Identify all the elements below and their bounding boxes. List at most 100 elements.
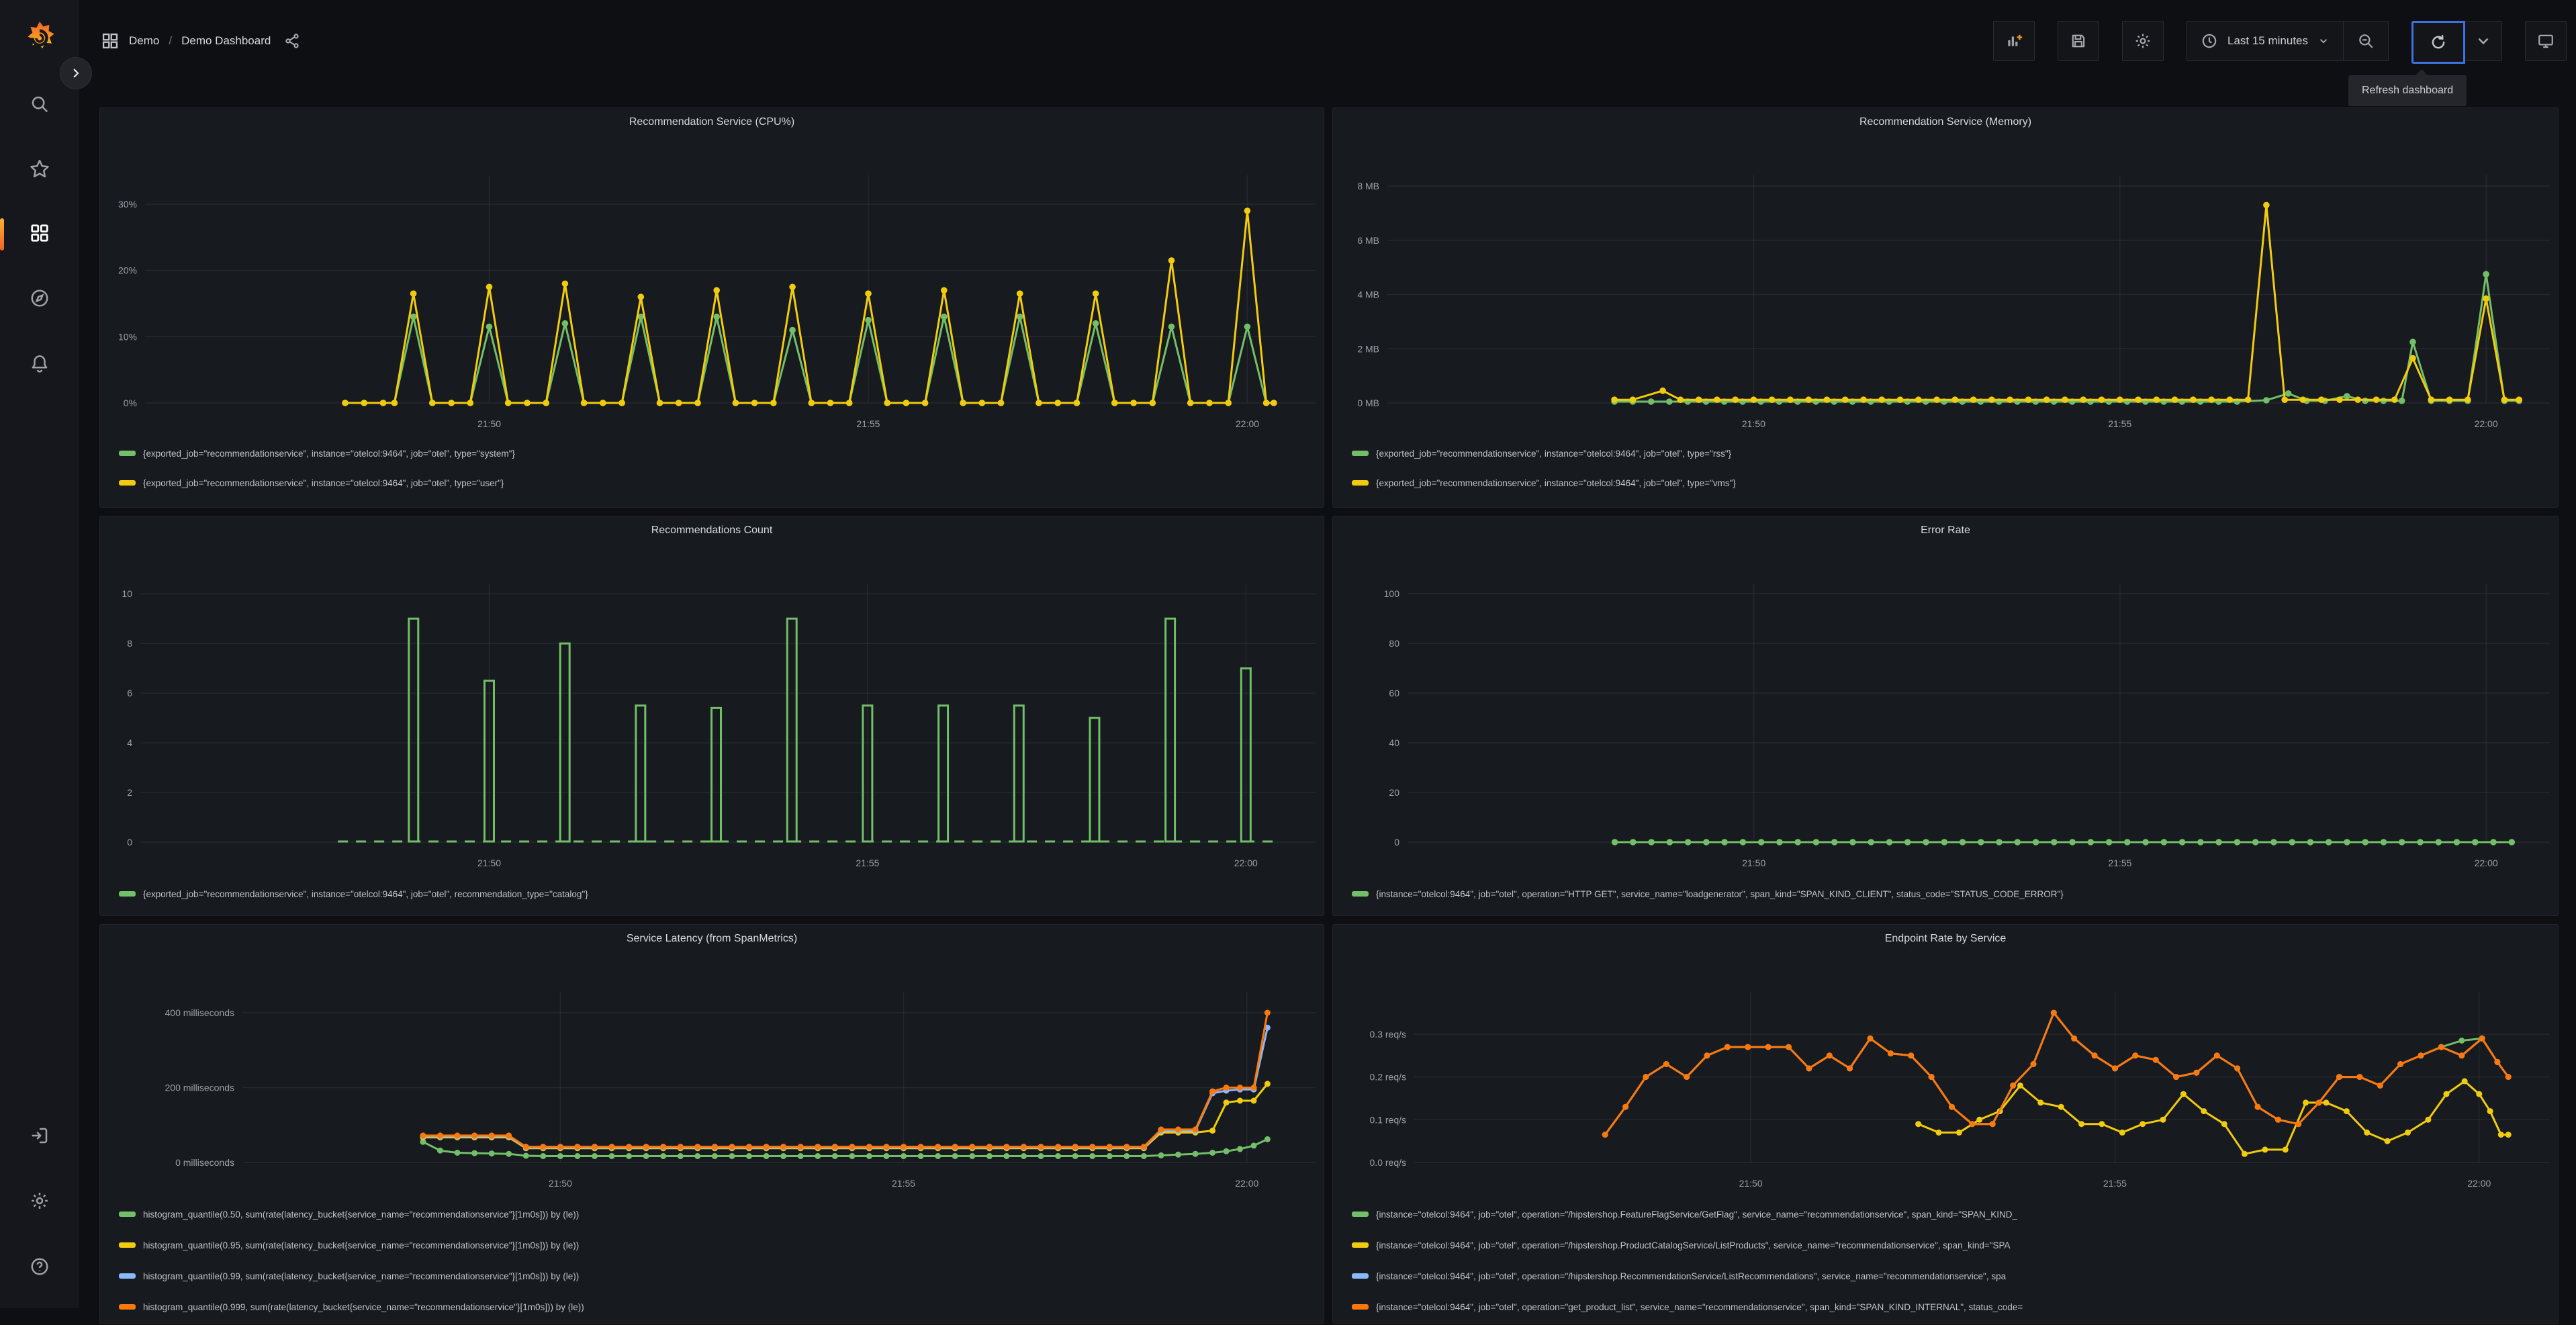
svg-text:21:50: 21:50 — [1739, 1178, 1763, 1189]
sidebar-item-search[interactable] — [0, 84, 79, 127]
svg-text:22:00: 22:00 — [2475, 418, 2498, 429]
panel-service-latency: Service Latency (from SpanMetrics) 0 mill… — [99, 924, 1324, 1324]
legend-item[interactable]: histogram_quantile(0.99, sum(rate(latenc… — [119, 1261, 1313, 1291]
legend-label: {instance="otelcol:9464", job="otel", op… — [1376, 1240, 2011, 1250]
dashboard-settings-button[interactable] — [2121, 21, 2164, 61]
legend-label: {exported_job="recommendationservice", i… — [1376, 448, 1732, 459]
svg-text:10%: 10% — [118, 331, 137, 342]
sidebar-item-explore[interactable] — [0, 278, 79, 321]
panel-title[interactable]: Error Rate — [1333, 524, 2558, 537]
svg-text:21:55: 21:55 — [2108, 858, 2131, 868]
dashboards-grid-icon — [30, 223, 50, 246]
svg-text:0.1 req/s: 0.1 req/s — [1370, 1114, 1406, 1125]
legend-item[interactable]: histogram_quantile(0.999, sum(rate(laten… — [119, 1291, 1313, 1322]
panel-title[interactable]: Recommendation Service (CPU%) — [100, 116, 1324, 128]
legend-label: histogram_quantile(0.999, sum(rate(laten… — [143, 1301, 584, 1312]
legend-label: histogram_quantile(0.99, sum(rate(latenc… — [143, 1271, 580, 1281]
legend-label: histogram_quantile(0.50, sum(rate(latenc… — [143, 1209, 580, 1220]
legend-item[interactable]: histogram_quantile(0.95, sum(rate(latenc… — [119, 1230, 1313, 1261]
zoom-out-icon — [2357, 32, 2375, 50]
refresh-dashboard-button[interactable] — [2411, 21, 2465, 64]
svg-text:21:55: 21:55 — [892, 1178, 915, 1189]
svg-text:22:00: 22:00 — [2475, 858, 2498, 868]
time-range-picker[interactable]: Last 15 minutes — [2186, 21, 2343, 61]
svg-text:10: 10 — [122, 588, 132, 599]
svg-text:21:50: 21:50 — [1742, 858, 1765, 868]
svg-text:30%: 30% — [118, 199, 137, 210]
svg-text:6 MB: 6 MB — [1357, 235, 1379, 246]
add-panel-button[interactable] — [1992, 21, 2035, 61]
clock-icon — [2201, 32, 2218, 50]
panel-title[interactable]: Endpoint Rate by Service — [1333, 933, 2558, 945]
zoom-out-time-button[interactable] — [2343, 21, 2389, 61]
legend-item[interactable]: {exported_job="recommendationservice", i… — [119, 468, 1313, 498]
sidebar-item-alerting[interactable] — [0, 343, 79, 386]
breadcrumb-dashboard-title[interactable]: Demo Dashboard — [181, 34, 271, 48]
svg-text:21:50: 21:50 — [549, 1178, 572, 1189]
svg-text:21:50: 21:50 — [1742, 418, 1765, 429]
legend-item[interactable]: {exported_job="recommendationservice", i… — [1352, 439, 2547, 468]
svg-text:21:55: 21:55 — [856, 858, 879, 868]
refresh-interval-caret-button[interactable] — [2465, 21, 2502, 61]
legend-item[interactable]: {instance="otelcol:9464", job="otel", op… — [1352, 1291, 2547, 1322]
legend-item[interactable]: {instance="otelcol:9464", job="otel", op… — [1352, 1230, 2547, 1261]
sidebar-item-dashboards[interactable] — [0, 213, 79, 256]
panel-legend: {exported_job="recommendationservice", i… — [1352, 439, 2547, 498]
sidebar-item-starred[interactable] — [0, 148, 79, 191]
sidebar-item-help[interactable] — [0, 1246, 79, 1289]
legend-item[interactable]: {instance="otelcol:9464", job="otel", op… — [1352, 1199, 2547, 1230]
sidebar-item-configuration[interactable] — [0, 1181, 79, 1224]
legend-label: {instance="otelcol:9464", job="otel", op… — [1376, 1301, 2023, 1312]
save-dashboard-button[interactable] — [2057, 21, 2099, 61]
panel-recommendations-count: Recommendations Count 0 2 4 6 8 10 21:50 21:55 22… — [99, 516, 1324, 916]
legend-label: {instance="otelcol:9464", job="otel", op… — [1376, 888, 2064, 899]
legend-color-chip — [1352, 1242, 1369, 1248]
breadcrumb-separator: / — [169, 34, 173, 47]
bell-icon — [30, 353, 50, 377]
svg-text:0 MB: 0 MB — [1357, 398, 1379, 408]
panel-legend: {instance="otelcol:9464", job="otel", op… — [1352, 879, 2547, 909]
panel-legend: {exported_job="recommendationservice", i… — [119, 439, 1313, 498]
help-icon — [30, 1257, 50, 1280]
dashboard-grid-icon[interactable] — [101, 32, 120, 50]
panel-title[interactable]: Recommendations Count — [100, 524, 1324, 537]
panel-title[interactable]: Service Latency (from SpanMetrics) — [100, 933, 1324, 945]
sidebar-item-sign-in[interactable] — [0, 1115, 79, 1158]
legend-item[interactable]: {exported_job="recommendationservice", i… — [1352, 468, 2547, 498]
panel-title[interactable]: Recommendation Service (Memory) — [1333, 116, 2558, 128]
legend-color-chip — [1352, 451, 1369, 456]
svg-text:22:00: 22:00 — [2467, 1178, 2491, 1189]
legend-item[interactable]: {exported_job="recommendationservice", i… — [119, 439, 1313, 468]
chart-error-rate: 0 20 40 60 80 100 21:50 21:55 22:00 — [1384, 584, 2550, 868]
svg-text:2: 2 — [127, 787, 132, 798]
chevron-down-icon — [2475, 32, 2492, 50]
svg-text:8: 8 — [127, 638, 132, 649]
gear-icon — [30, 1191, 50, 1214]
svg-text:80: 80 — [1389, 638, 1399, 649]
panel-legend: histogram_quantile(0.50, sum(rate(latenc… — [119, 1199, 1313, 1322]
legend-color-chip — [1352, 891, 1369, 897]
legend-item[interactable]: {exported_job="recommendationservice", i… — [119, 879, 1313, 909]
search-icon — [30, 94, 50, 118]
legend-item[interactable]: {instance="otelcol:9464", job="otel", op… — [1352, 1261, 2547, 1291]
share-icon[interactable] — [284, 33, 300, 49]
header: Demo / Demo Dashboard Last 15 minutes — [79, 0, 2576, 82]
sidebar-expand-button[interactable] — [60, 57, 92, 89]
grafana-logo[interactable] — [22, 20, 57, 58]
svg-text:20: 20 — [1389, 787, 1399, 798]
sidebar — [0, 0, 79, 1308]
legend-label: {exported_job="recommendationservice", i… — [143, 888, 588, 899]
breadcrumb-folder[interactable]: Demo — [129, 34, 159, 48]
refresh-icon — [2430, 34, 2447, 51]
svg-text:21:55: 21:55 — [856, 418, 880, 429]
legend-label: {exported_job="recommendationservice", i… — [1376, 477, 1736, 488]
svg-text:0: 0 — [127, 837, 132, 848]
legend-item[interactable]: {instance="otelcol:9464", job="otel", op… — [1352, 879, 2547, 909]
refresh-tooltip-text: Refresh dashboard — [2362, 85, 2454, 96]
chart-recommendations-count: 0 2 4 6 8 10 21:50 21:55 22:00 — [122, 584, 1316, 868]
monitor-icon — [2537, 32, 2555, 50]
legend-item[interactable]: histogram_quantile(0.50, sum(rate(latenc… — [119, 1199, 1313, 1230]
panel-legend: {exported_job="recommendationservice", i… — [119, 879, 1313, 909]
legend-color-chip — [1352, 480, 1369, 486]
tv-kiosk-mode-button[interactable] — [2525, 21, 2567, 61]
